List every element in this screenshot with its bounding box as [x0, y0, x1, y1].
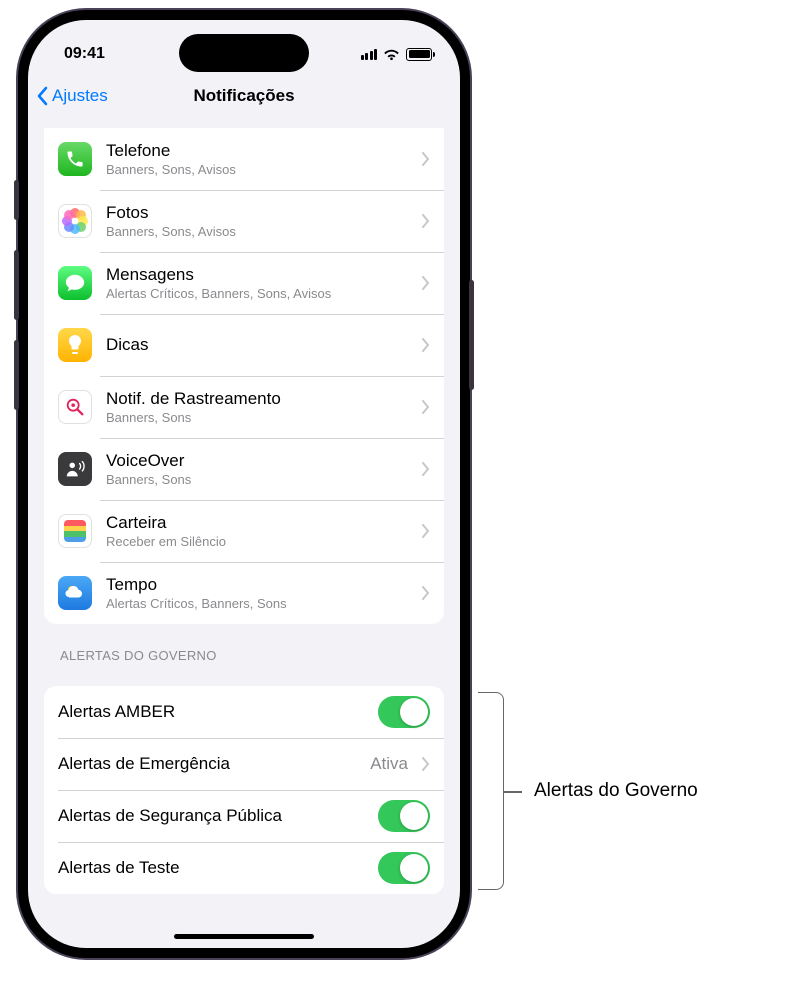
nav-bar: Ajustes Notificações [28, 74, 460, 118]
voiceover-app-icon [58, 452, 92, 486]
phone-app-icon [58, 142, 92, 176]
chevron-right-icon [422, 462, 430, 476]
app-row-carteira[interactable]: Carteira Receber em Silêncio [44, 500, 444, 562]
app-row-mensagens[interactable]: Mensagens Alertas Críticos, Banners, Son… [44, 252, 444, 314]
safety-label: Alertas de Segurança Pública [58, 806, 378, 826]
app-name: Dicas [106, 335, 414, 355]
safety-toggle[interactable] [378, 800, 430, 832]
amber-toggle[interactable] [378, 696, 430, 728]
volume-down-button [14, 340, 19, 410]
test-toggle[interactable] [378, 852, 430, 884]
test-alerts-row: Alertas de Teste [44, 842, 444, 894]
chevron-right-icon [422, 214, 430, 228]
app-name: Telefone [106, 141, 414, 161]
app-sub: Receber em Silêncio [106, 534, 414, 549]
public-safety-alerts-row: Alertas de Segurança Pública [44, 790, 444, 842]
app-name: Tempo [106, 575, 414, 595]
app-sub: Alertas Críticos, Banners, Sons [106, 596, 414, 611]
status-icons [361, 48, 433, 61]
dynamic-island [179, 34, 309, 72]
app-name: VoiceOver [106, 451, 414, 471]
emergency-label: Alertas de Emergência [58, 754, 370, 774]
chevron-right-icon [422, 400, 430, 414]
wifi-icon [383, 48, 400, 61]
chevron-right-icon [422, 586, 430, 600]
phone-frame: 09:41 Ajustes Notificações [18, 10, 470, 958]
cellular-signal-icon [361, 49, 378, 60]
app-sub: Banners, Sons [106, 472, 414, 487]
gov-alerts-group: Alertas AMBER Alertas de Emergência Ativ… [44, 686, 444, 894]
app-row-tempo[interactable]: Tempo Alertas Críticos, Banners, Sons [44, 562, 444, 624]
app-name: Fotos [106, 203, 414, 223]
back-button[interactable]: Ajustes [36, 86, 108, 106]
back-label: Ajustes [52, 86, 108, 106]
amber-alerts-row: Alertas AMBER [44, 686, 444, 738]
chevron-right-icon [422, 338, 430, 352]
app-sub: Alertas Críticos, Banners, Sons, Avisos [106, 286, 414, 301]
app-row-dicas[interactable]: Dicas [44, 314, 444, 376]
battery-icon [406, 48, 432, 61]
amber-label: Alertas AMBER [58, 702, 378, 722]
photos-app-icon [58, 204, 92, 238]
silent-switch [14, 180, 19, 220]
screen: 09:41 Ajustes Notificações [28, 20, 460, 948]
content: Telefone Banners, Sons, Avisos [28, 128, 460, 914]
chevron-left-icon [36, 86, 48, 106]
app-name: Mensagens [106, 265, 414, 285]
callout-bracket [478, 692, 504, 890]
app-row-telefone[interactable]: Telefone Banners, Sons, Avisos [44, 128, 444, 190]
app-name: Notif. de Rastreamento [106, 389, 414, 409]
status-time: 09:41 [64, 45, 105, 63]
chevron-right-icon [422, 524, 430, 538]
app-row-voiceover[interactable]: VoiceOver Banners, Sons [44, 438, 444, 500]
app-notifications-group: Telefone Banners, Sons, Avisos [44, 128, 444, 624]
test-label: Alertas de Teste [58, 858, 378, 878]
messages-app-icon [58, 266, 92, 300]
app-sub: Banners, Sons, Avisos [106, 224, 414, 239]
app-sub: Banners, Sons [106, 410, 414, 425]
callout-gov-alerts: Alertas do Governo [478, 692, 698, 890]
chevron-right-icon [422, 276, 430, 290]
emergency-alerts-row[interactable]: Alertas de Emergência Ativa [44, 738, 444, 790]
gov-alerts-header: ALERTAS DO GOVERNO [44, 624, 444, 670]
tips-app-icon [58, 328, 92, 362]
home-indicator[interactable] [174, 934, 314, 939]
side-button [469, 280, 474, 390]
callout-label: Alertas do Governo [534, 780, 698, 802]
weather-app-icon [58, 576, 92, 610]
wallet-app-icon [58, 514, 92, 548]
app-name: Carteira [106, 513, 414, 533]
app-row-fotos[interactable]: Fotos Banners, Sons, Avisos [44, 190, 444, 252]
tracking-app-icon [58, 390, 92, 424]
app-sub: Banners, Sons, Avisos [106, 162, 414, 177]
chevron-right-icon [422, 152, 430, 166]
volume-up-button [14, 250, 19, 320]
emergency-value: Ativa [370, 754, 408, 774]
chevron-right-icon [422, 757, 430, 771]
app-row-rastreamento[interactable]: Notif. de Rastreamento Banners, Sons [44, 376, 444, 438]
